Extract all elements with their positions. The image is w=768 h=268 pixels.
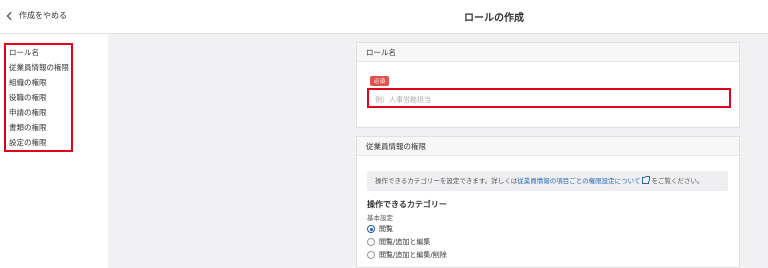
basic-settings-label: 基本設定 (367, 214, 393, 222)
role-name-card-header: ロール名 (357, 43, 739, 62)
radio-option-view[interactable]: 閲覧 (367, 224, 393, 234)
page-title: ロールの作成 (464, 13, 524, 24)
radio-unselected-icon[interactable] (367, 251, 375, 259)
sidebar: ロール名 従業員情報の権限 組織の権限 役職の権限 申請の権限 書類の権限 設定… (0, 34, 108, 268)
sidebar-item-document-permissions[interactable]: 書類の権限 (9, 122, 47, 133)
sidebar-item-application-permissions[interactable]: 申請の権限 (9, 107, 47, 118)
radio-option-label: 閲覧/追加と編集 (379, 238, 431, 246)
employee-permissions-card-header: 従業員情報の権限 (357, 137, 739, 156)
radio-option-view-add-edit[interactable]: 閲覧/追加と編集 (367, 237, 430, 247)
sidebar-item-organization-permissions[interactable]: 組織の権限 (9, 77, 47, 88)
note-suffix: をご覧ください。 (651, 177, 704, 185)
sidebar-item-role-name[interactable]: ロール名 (9, 47, 39, 58)
role-name-card: ロール名 必須 例）人事労務担当 (356, 42, 740, 128)
external-link-icon[interactable] (642, 176, 651, 184)
cancel-create-link[interactable]: 作成をやめる (6, 10, 67, 21)
radio-option-label: 閲覧/追加と編集/削除 (379, 251, 447, 259)
role-name-placeholder: 例）人事労務担当 (375, 96, 431, 104)
sidebar-item-employee-permissions[interactable]: 従業員情報の権限 (9, 62, 69, 73)
radio-selected-icon[interactable] (367, 225, 375, 233)
radio-option-label: 閲覧 (379, 225, 393, 233)
permission-help-link[interactable]: 従業員情報の項目ごとの権限設定について (517, 177, 640, 185)
sidebar-item-position-permissions[interactable]: 役職の権限 (9, 92, 47, 103)
top-bar: 作成をやめる ロールの作成 (0, 0, 768, 34)
radio-unselected-icon[interactable] (367, 238, 375, 246)
radio-option-view-add-edit-delete[interactable]: 閲覧/追加と編集/削除 (367, 250, 447, 260)
note-prefix: 操作できるカテゴリーを設定できます。詳しくは (375, 177, 518, 185)
sidebar-item-settings-permissions[interactable]: 設定の権限 (9, 137, 47, 148)
employee-permissions-card: 従業員情報の権限 操作できるカテゴリーを設定できます。詳しくは従業員情報の項目ご… (356, 136, 740, 268)
info-note: 操作できるカテゴリーを設定できます。詳しくは従業員情報の項目ごとの権限設定につい… (367, 171, 728, 191)
cancel-create-label: 作成をやめる (19, 11, 67, 20)
category-section-title: 操作できるカテゴリー (367, 200, 447, 209)
chevron-left-icon (6, 11, 16, 21)
required-badge: 必須 (370, 76, 390, 86)
role-name-input[interactable]: 例）人事労務担当 (367, 88, 731, 108)
